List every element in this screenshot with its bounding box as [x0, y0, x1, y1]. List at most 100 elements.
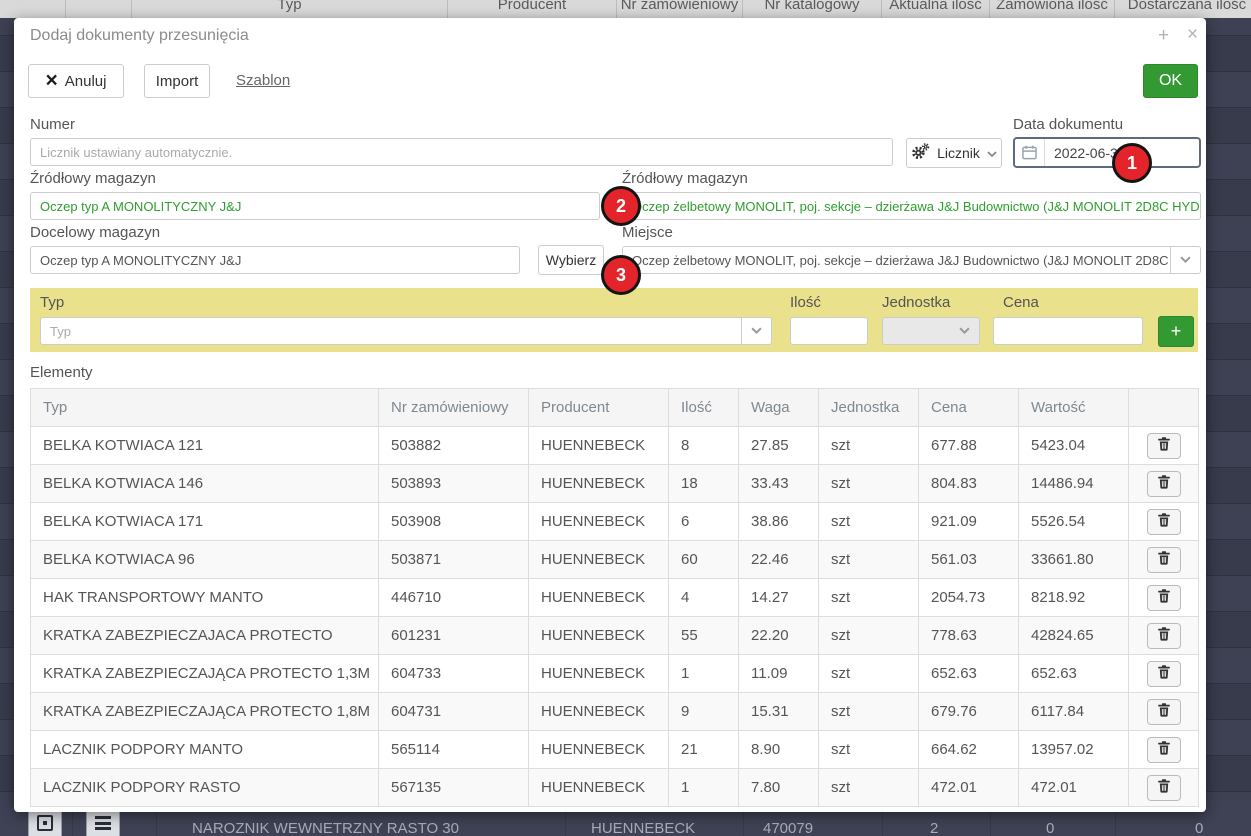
- table-row: LACZNIK PODPORY MANTO 565114 HUENNEBECK …: [31, 731, 1199, 769]
- cell-typ: LACZNIK PODPORY RASTO: [31, 769, 379, 807]
- document-date-label: Data dokumentu: [1013, 116, 1123, 133]
- delete-row-button[interactable]: [1147, 585, 1181, 611]
- cell-waga: 7.80: [739, 769, 819, 807]
- add-element-button[interactable]: +: [1158, 316, 1194, 347]
- annotation-badge-3: 3: [601, 255, 641, 295]
- cancel-button[interactable]: × Anuluj: [28, 64, 124, 98]
- background-table-header: Typ Producent Nr zamówieniowy Nr katalog…: [0, 0, 1251, 18]
- elements-title: Elementy: [30, 364, 93, 381]
- cell-producent: HUENNEBECK: [529, 579, 669, 617]
- elements-table: Typ Nr zamówieniowy Producent Ilość Waga…: [30, 388, 1199, 807]
- cell-nr-zamowieniowy: 503871: [379, 541, 529, 579]
- delete-row-button[interactable]: [1147, 547, 1181, 573]
- cell-waga: 11.09: [739, 655, 819, 693]
- bg-col-zamowiona-ilosc: Zamówiona ilość: [990, 0, 1115, 18]
- delete-row-button[interactable]: [1147, 699, 1181, 725]
- trash-icon: [1158, 437, 1170, 454]
- source-warehouse-label: Źródłowy magazyn: [30, 170, 156, 187]
- table-row: HAK TRANSPORTOWY MANTO 446710 HUENNEBECK…: [31, 579, 1199, 617]
- annotation-badge-2: 2: [601, 186, 641, 226]
- trash-icon: [1158, 741, 1170, 758]
- cell-producent: HUENNEBECK: [529, 731, 669, 769]
- cell-ilosc: 1: [669, 655, 739, 693]
- close-icon[interactable]: ×: [1187, 25, 1198, 44]
- target-warehouse-input[interactable]: Oczep typ A MONOLITYCZNY J&J: [30, 246, 520, 274]
- cell-producent: HUENNEBECK: [529, 617, 669, 655]
- trash-icon: [1158, 627, 1170, 644]
- delete-row-button[interactable]: [1147, 775, 1181, 801]
- licznik-button[interactable]: Licznik: [906, 138, 1002, 168]
- cell-wartosc: 5423.04: [1019, 427, 1129, 465]
- delete-row-button[interactable]: [1147, 623, 1181, 649]
- jednostka-label: Jednostka: [882, 294, 950, 311]
- ok-button[interactable]: OK: [1143, 64, 1198, 98]
- cell-ilosc: 8: [669, 427, 739, 465]
- table-row: BELKA KOTWIACA 146 503893 HUENNEBECK 18 …: [31, 465, 1199, 503]
- place-select[interactable]: Oczep żelbetowy MONOLIT, poj. sekcje – d…: [622, 246, 1201, 274]
- source-warehouse-input[interactable]: Oczep typ A MONOLITYCZNY J&J: [30, 192, 600, 220]
- cell-jednostka: szt: [819, 427, 919, 465]
- cell-ilosc: 60: [669, 541, 739, 579]
- document-date-input[interactable]: 2022-06-30: [1013, 137, 1201, 168]
- import-button[interactable]: Import: [144, 64, 210, 98]
- cell-ilosc: 18: [669, 465, 739, 503]
- cell-cena: 561.03: [919, 541, 1019, 579]
- chevron-down-icon: [987, 145, 997, 161]
- numer-label: Numer: [30, 116, 75, 133]
- cell-cena: 679.76: [919, 693, 1019, 731]
- chevron-down-icon: [1170, 247, 1200, 273]
- bg-row-qty-delivered: 0: [1195, 820, 1203, 836]
- source-warehouse2-input[interactable]: Oczep żelbetowy MONOLIT, poj. sekcje – d…: [622, 192, 1201, 220]
- cell-cena: 804.83: [919, 465, 1019, 503]
- add-element-panel: Typ Ilość Jednostka Cena Typ +: [30, 288, 1198, 352]
- delete-row-button[interactable]: [1147, 661, 1181, 687]
- cell-nr-zamowieniowy: 503893: [379, 465, 529, 503]
- cell-jednostka: szt: [819, 465, 919, 503]
- template-link[interactable]: Szablon: [236, 72, 290, 89]
- screen: Typ Producent Nr zamówieniowy Nr katalog…: [0, 0, 1251, 836]
- numer-input[interactable]: [30, 138, 893, 166]
- cell-producent: HUENNEBECK: [529, 693, 669, 731]
- expand-icon[interactable]: +: [1158, 26, 1169, 45]
- cell-jednostka: szt: [819, 503, 919, 541]
- cell-jednostka: szt: [819, 617, 919, 655]
- cell-typ: HAK TRANSPORTOWY MANTO: [31, 579, 379, 617]
- bg-row-name: NAROZNIK WEWNETRZNY RASTO 30: [192, 820, 459, 836]
- cell-jednostka: szt: [819, 769, 919, 807]
- cell-typ: KRATKA ZABEZPIECZAJACA PROTECTO: [31, 617, 379, 655]
- ilosc-input[interactable]: [790, 317, 868, 345]
- cena-input[interactable]: [993, 317, 1143, 345]
- cell-cena: 677.88: [919, 427, 1019, 465]
- table-row: KRATKA ZABEZPIECZAJĄCA PROTECTO 1,8M 604…: [31, 693, 1199, 731]
- cell-nr-zamowieniowy: 446710: [379, 579, 529, 617]
- cell-waga: 33.43: [739, 465, 819, 503]
- dialog-title: Dodaj dokumenty przesunięcia: [30, 27, 249, 45]
- col-waga: Waga: [739, 389, 819, 427]
- cell-jednostka: szt: [819, 655, 919, 693]
- annotation-badge-1: 1: [1112, 143, 1152, 183]
- table-row: KRATKA ZABEZPIECZAJACA PROTECTO 601231 H…: [31, 617, 1199, 655]
- cell-nr-zamowieniowy: 503882: [379, 427, 529, 465]
- bg-col-empty2: [66, 0, 132, 18]
- cell-producent: HUENNEBECK: [529, 427, 669, 465]
- cell-producent: HUENNEBECK: [529, 503, 669, 541]
- bg-col-typ: Typ: [132, 0, 448, 18]
- trash-icon: [1158, 475, 1170, 492]
- table-row: LACZNIK PODPORY RASTO 567135 HUENNEBECK …: [31, 769, 1199, 807]
- calendar-icon: [1015, 139, 1045, 166]
- typ-combobox[interactable]: Typ: [40, 317, 772, 345]
- delete-row-button[interactable]: [1147, 737, 1181, 763]
- trash-icon: [1158, 513, 1170, 530]
- trash-icon: [1158, 589, 1170, 606]
- delete-row-button[interactable]: [1147, 509, 1181, 535]
- jednostka-select[interactable]: [882, 317, 980, 345]
- choose-button[interactable]: Wybierz: [538, 245, 604, 275]
- col-cena: Cena: [919, 389, 1019, 427]
- cell-nr-zamowieniowy: 503908: [379, 503, 529, 541]
- cell-producent: HUENNEBECK: [529, 655, 669, 693]
- col-producent: Producent: [529, 389, 669, 427]
- delete-row-button[interactable]: [1147, 471, 1181, 497]
- delete-row-button[interactable]: [1147, 433, 1181, 459]
- cell-ilosc: 9: [669, 693, 739, 731]
- cell-ilosc: 55: [669, 617, 739, 655]
